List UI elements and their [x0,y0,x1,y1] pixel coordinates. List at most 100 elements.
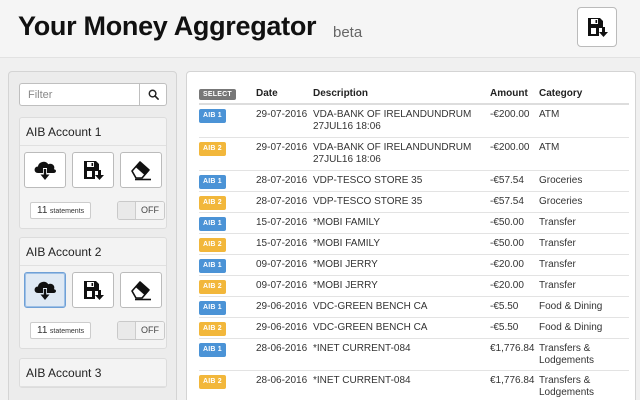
select-all-button[interactable]: SELECT [199,88,236,100]
category-line-1: Food & Dining [539,321,603,333]
table-row[interactable]: AIB 2 29-07-2016 VDA-BANK OF IRELANDUNDRUM… [199,136,629,170]
cell-category[interactable]: Transfer [539,274,629,296]
header-category[interactable]: Category [539,84,629,105]
account-tag[interactable]: AIB 2 [199,279,226,294]
cell-account: AIB 2 [199,274,256,296]
statements-label: statements [49,328,85,335]
table-row[interactable]: AIB 1 29-06-2016 VDC-GREEN BENCH CA -€5.50 F… [199,295,629,317]
description-line-1: *MOBI FAMILY [313,237,381,249]
cell-category[interactable]: Groceries [539,169,629,191]
category-line-1: Transfers & [539,374,591,386]
download-statements-button[interactable] [24,272,66,308]
account-tag[interactable]: AIB 1 [199,174,226,189]
accounts-sidebar: AIB Account 1 [8,71,177,400]
category-line-1: ATM [539,109,560,120]
cell-account: AIB 1 [199,295,256,317]
floppy-disk-download-icon [84,281,104,300]
account-tag[interactable]: AIB 2 [199,141,226,156]
cell-description: VDP-TESCO STORE 35 [313,169,490,191]
cell-description: *MOBI JERRY [313,253,490,275]
cell-category[interactable]: ATM [539,136,629,170]
category-line-2: Lodgements [539,386,595,398]
category-line-1: Transfer [539,216,576,228]
account-tag[interactable]: AIB 2 [199,374,226,389]
description-line-1: VDC-GREEN BENCH CA [313,321,428,333]
toggle-label: OFF [136,202,164,219]
table-row[interactable]: AIB 1 29-07-2016 VDA-BANK OF IRELANDUNDRUM… [199,103,629,137]
cell-category[interactable]: Transfer [539,253,629,275]
save-all-button[interactable] [577,7,617,47]
cell-category[interactable]: Transfer [539,232,629,254]
toggle-knob [118,202,136,219]
account-toggle[interactable]: OFF [117,201,165,220]
filter-search-button[interactable] [139,83,167,106]
cell-category[interactable]: Transfers & Lodgements [539,369,629,400]
clear-account-button[interactable] [120,272,162,308]
category-line-1: Groceries [539,174,583,186]
table-row[interactable]: AIB 2 28-06-2016 *INET CURRENT-084 €1,776.8… [199,369,629,400]
cell-category[interactable]: Food & Dining [539,295,629,317]
category-line-2: Lodgements [539,354,595,366]
account-name: AIB Account 1 [20,118,166,146]
account-tag[interactable]: AIB 2 [199,321,226,336]
toggle-knob [118,322,136,339]
statements-count-badge: 11 statements [30,202,92,219]
cell-amount: -€50.00 [490,232,539,254]
download-statements-button[interactable] [24,152,66,188]
cell-account: AIB 1 [199,103,256,137]
clear-account-button[interactable] [120,152,162,188]
export-account-button[interactable] [72,272,114,308]
table-row[interactable]: AIB 1 28-06-2016 *INET CURRENT-084 €1,776.8… [199,337,629,370]
cell-date: 28-07-2016 [256,169,313,191]
export-account-button[interactable] [72,152,114,188]
category-line-1: Transfer [539,279,576,291]
header-date[interactable]: Date [256,84,313,105]
transactions-table: SELECT Date Description Amount Category … [199,84,629,400]
header-description[interactable]: Description [313,84,490,105]
table-row[interactable]: AIB 2 29-06-2016 VDC-GREEN BENCH CA -€5.50 F… [199,316,629,338]
cell-description: *INET CURRENT-084 [313,369,490,400]
cell-amount: -€57.54 [490,169,539,191]
cloud-download-icon [34,281,57,300]
beta-badge: beta [333,24,363,41]
eraser-icon [131,281,151,301]
account-tag[interactable]: AIB 1 [199,216,226,231]
cell-category[interactable]: ATM [539,103,629,137]
account-tag[interactable]: AIB 2 [199,237,226,252]
cell-amount: €1,776.84 [490,369,539,400]
description-line-1: VDP-TESCO STORE 35 [313,174,423,186]
table-row[interactable]: AIB 1 28-07-2016 VDP-TESCO STORE 35 -€57.54… [199,169,629,191]
cell-account: AIB 2 [199,369,256,400]
account-tag[interactable]: AIB 1 [199,258,226,273]
account-card-1: AIB Account 1 11 statements OFF [19,117,167,229]
table-row[interactable]: AIB 1 09-07-2016 *MOBI JERRY -€20.00 Transfe… [199,253,629,275]
app-header: Your Money Aggregator beta [0,0,640,58]
table-row[interactable]: AIB 1 15-07-2016 *MOBI FAMILY -€50.00 Transf… [199,211,629,233]
table-row[interactable]: AIB 2 09-07-2016 *MOBI JERRY -€20.00 Transfe… [199,274,629,296]
cell-category[interactable]: Transfer [539,211,629,233]
account-tag[interactable]: AIB 1 [199,342,226,357]
account-card-2: AIB Account 2 11 statements OFF [19,237,167,349]
account-toggle[interactable]: OFF [117,321,165,340]
category-line-1: Transfer [539,258,576,270]
description-line-1: *MOBI JERRY [313,258,378,270]
cell-description: *MOBI FAMILY [313,211,490,233]
cell-amount: -€200.00 [490,136,539,170]
cell-category[interactable]: Transfers & Lodgements [539,337,629,370]
category-line-1: ATM [539,141,560,153]
header-amount[interactable]: Amount [490,84,539,105]
toggle-label: OFF [136,322,164,339]
cell-date: 28-06-2016 [256,337,313,370]
cell-category[interactable]: Food & Dining [539,316,629,338]
filter-input[interactable] [19,83,139,106]
account-tag[interactable]: AIB 1 [199,109,226,123]
cell-amount: -€20.00 [490,274,539,296]
description-line-2: 27JUL16 18:06 [313,121,381,132]
table-row[interactable]: AIB 2 28-07-2016 VDP-TESCO STORE 35 -€57.54… [199,190,629,212]
description-line-1: VDA-BANK OF IRELANDUNDRUM [313,141,472,153]
cell-description: *INET CURRENT-084 [313,337,490,370]
account-tag[interactable]: AIB 2 [199,195,226,210]
cell-category[interactable]: Groceries [539,190,629,212]
account-tag[interactable]: AIB 1 [199,300,226,315]
table-row[interactable]: AIB 2 15-07-2016 *MOBI FAMILY -€50.00 Transf… [199,232,629,254]
